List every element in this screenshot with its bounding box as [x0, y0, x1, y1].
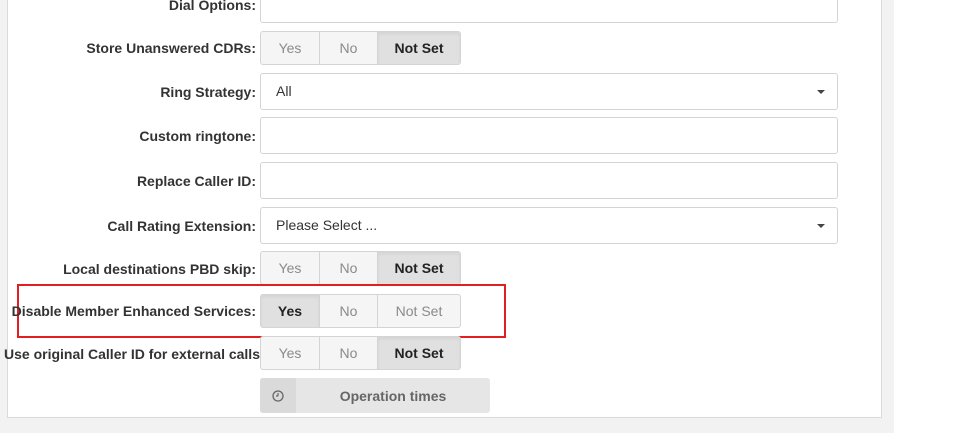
- disable-member-enhanced-services-toggle: Yes No Not Set: [260, 294, 461, 328]
- ring-strategy-select[interactable]: All: [260, 73, 838, 110]
- custom-ringtone-label: Custom ringtone:: [139, 128, 256, 144]
- operation-times-label: Operation times: [339, 387, 447, 404]
- ring-strategy-value: All: [276, 83, 292, 99]
- ring-strategy-label: Ring Strategy:: [160, 84, 256, 100]
- store-unanswered-cdrs-yes[interactable]: Yes: [261, 32, 320, 64]
- local-destinations-pbd-skip-label: Local destinations PBD skip:: [63, 261, 256, 277]
- store-unanswered-cdrs-label: Store Unanswered CDRs:: [86, 40, 256, 56]
- call-rating-extension-value: Please Select ...: [276, 217, 378, 233]
- use-original-caller-id-yes[interactable]: Yes: [261, 337, 320, 369]
- local-destinations-pbd-skip-notset[interactable]: Not Set: [378, 252, 460, 284]
- use-original-caller-id-toggle: Yes No Not Set: [260, 336, 461, 370]
- custom-ringtone-input[interactable]: [260, 117, 838, 154]
- disable-member-enhanced-services-label: Disable Member Enhanced Services:: [11, 303, 256, 319]
- local-destinations-pbd-skip-toggle: Yes No Not Set: [260, 251, 461, 285]
- local-destinations-pbd-skip-no[interactable]: No: [320, 252, 378, 284]
- operation-times-button[interactable]: Operation times: [260, 378, 490, 413]
- store-unanswered-cdrs-toggle: Yes No Not Set: [260, 31, 461, 65]
- replace-caller-id-input[interactable]: [260, 162, 838, 199]
- replace-caller-id-label: Replace Caller ID:: [136, 173, 256, 189]
- chevron-down-icon: [817, 224, 825, 228]
- local-destinations-pbd-skip-yes[interactable]: Yes: [261, 252, 320, 284]
- dial-options-input[interactable]: [260, 0, 838, 23]
- store-unanswered-cdrs-no[interactable]: No: [320, 32, 378, 64]
- disable-member-enhanced-services-yes[interactable]: Yes: [261, 295, 320, 327]
- chevron-down-icon: [817, 90, 825, 94]
- disable-member-enhanced-services-notset[interactable]: Not Set: [378, 295, 460, 327]
- store-unanswered-cdrs-notset[interactable]: Not Set: [378, 32, 460, 64]
- clock-icon: [260, 378, 296, 413]
- call-rating-extension-select[interactable]: Please Select ...: [260, 207, 838, 244]
- call-rating-extension-label: Call Rating Extension:: [107, 218, 256, 234]
- use-original-caller-id-no[interactable]: No: [320, 337, 378, 369]
- dial-options-label: Dial Options:: [168, 0, 256, 13]
- disable-member-enhanced-services-no[interactable]: No: [320, 295, 378, 327]
- use-original-caller-id-label: Use original Caller ID for external call…: [4, 346, 265, 362]
- use-original-caller-id-notset[interactable]: Not Set: [378, 337, 460, 369]
